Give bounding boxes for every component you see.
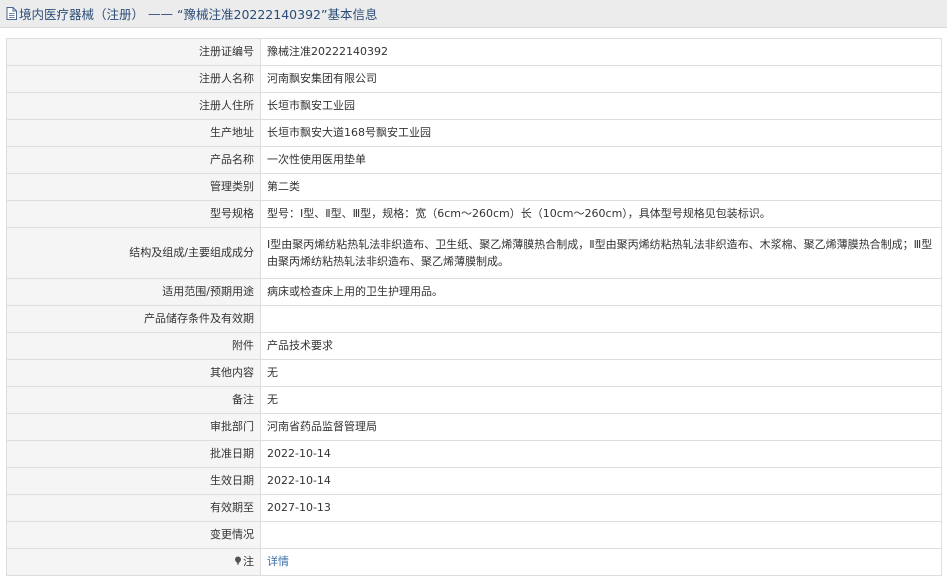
registration-info-table: 注册证编号 豫械注准20222140392 注册人名称 河南飘安集团有限公司 注… <box>6 38 942 576</box>
document-icon <box>6 7 17 20</box>
table-row: 变更情况 <box>6 521 942 549</box>
field-value: 一次性使用医用垫单 <box>260 146 942 174</box>
table-row: 管理类别 第二类 <box>6 173 942 201</box>
field-value: 病床或检查床上用的卫生护理用品。 <box>260 278 942 306</box>
details-link[interactable]: 详情 <box>267 555 289 568</box>
table-row: 批准日期 2022-10-14 <box>6 440 942 468</box>
field-label: 有效期至 <box>6 494 261 522</box>
table-row: 有效期至 2027-10-13 <box>6 494 942 522</box>
table-row: 备注 无 <box>6 386 942 414</box>
field-label: 生产地址 <box>6 119 261 147</box>
field-label: 其他内容 <box>6 359 261 387</box>
pin-icon <box>235 556 241 566</box>
field-value: 河南飘安集团有限公司 <box>260 65 942 93</box>
field-label: 附件 <box>6 332 261 360</box>
field-label: 审批部门 <box>6 413 261 441</box>
page-category: 境内医疗器械（注册） <box>19 7 145 22</box>
field-value <box>260 521 942 549</box>
field-label: 注册人住所 <box>6 92 261 120</box>
field-value: 无 <box>260 386 942 414</box>
table-row: 注册人住所 长垣市飘安工业园 <box>6 92 942 120</box>
field-value: 豫械注准20222140392 <box>260 38 942 66</box>
field-value: 第二类 <box>260 173 942 201</box>
field-value: Ⅰ型由聚丙烯纺粘热轧法非织造布、卫生纸、聚乙烯薄膜热合制成，Ⅱ型由聚丙烯纺粘热轧… <box>260 227 942 279</box>
note-label-cell: 注 <box>6 548 261 576</box>
field-label: 结构及组成/主要组成成分 <box>6 227 261 279</box>
field-label: 管理类别 <box>6 173 261 201</box>
table-row: 注册证编号 豫械注准20222140392 <box>6 38 942 66</box>
field-value <box>260 305 942 333</box>
field-label: 产品名称 <box>6 146 261 174</box>
table-row: 产品名称 一次性使用医用垫单 <box>6 146 942 174</box>
field-label: 备注 <box>6 386 261 414</box>
table-row: 生效日期 2022-10-14 <box>6 467 942 495</box>
table-row-note: 注 详情 <box>6 548 942 576</box>
page-title-suffix: 基本信息 <box>327 7 378 22</box>
page-title-bar: 境内医疗器械（注册） —— “豫械注准20222140392” 基本信息 <box>0 0 947 28</box>
field-value: 2027-10-13 <box>260 494 942 522</box>
field-label: 注册证编号 <box>6 38 261 66</box>
table-row: 注册人名称 河南飘安集团有限公司 <box>6 65 942 93</box>
registration-subject: “豫械注准20222140392” <box>177 7 328 22</box>
field-value: 产品技术要求 <box>260 332 942 360</box>
field-value: 型号：Ⅰ型、Ⅱ型、Ⅲ型，规格：宽（6cm～260cm）长（10cm～260cm）… <box>260 200 942 228</box>
field-value: 无 <box>260 359 942 387</box>
field-label: 适用范围/预期用途 <box>6 278 261 306</box>
table-row: 型号规格 型号：Ⅰ型、Ⅱ型、Ⅲ型，规格：宽（6cm～260cm）长（10cm～2… <box>6 200 942 228</box>
note-label: 注 <box>243 555 254 568</box>
field-label: 产品储存条件及有效期 <box>6 305 261 333</box>
table-row: 附件 产品技术要求 <box>6 332 942 360</box>
field-value: 2022-10-14 <box>260 440 942 468</box>
field-value: 河南省药品监督管理局 <box>260 413 942 441</box>
table-row: 审批部门 河南省药品监督管理局 <box>6 413 942 441</box>
field-value: 长垣市飘安大道168号飘安工业园 <box>260 119 942 147</box>
field-label: 型号规格 <box>6 200 261 228</box>
table-row: 适用范围/预期用途 病床或检查床上用的卫生护理用品。 <box>6 278 942 306</box>
table-row: 结构及组成/主要组成成分 Ⅰ型由聚丙烯纺粘热轧法非织造布、卫生纸、聚乙烯薄膜热合… <box>6 227 942 279</box>
field-label: 批准日期 <box>6 440 261 468</box>
table-row: 产品储存条件及有效期 <box>6 305 942 333</box>
field-label: 生效日期 <box>6 467 261 495</box>
table-row: 其他内容 无 <box>6 359 942 387</box>
field-value: 2022-10-14 <box>260 467 942 495</box>
field-label: 注册人名称 <box>6 65 261 93</box>
title-separator: —— <box>148 6 174 21</box>
note-value-cell: 详情 <box>260 548 942 576</box>
field-label: 变更情况 <box>6 521 261 549</box>
table-row: 生产地址 长垣市飘安大道168号飘安工业园 <box>6 119 942 147</box>
field-value: 长垣市飘安工业园 <box>260 92 942 120</box>
